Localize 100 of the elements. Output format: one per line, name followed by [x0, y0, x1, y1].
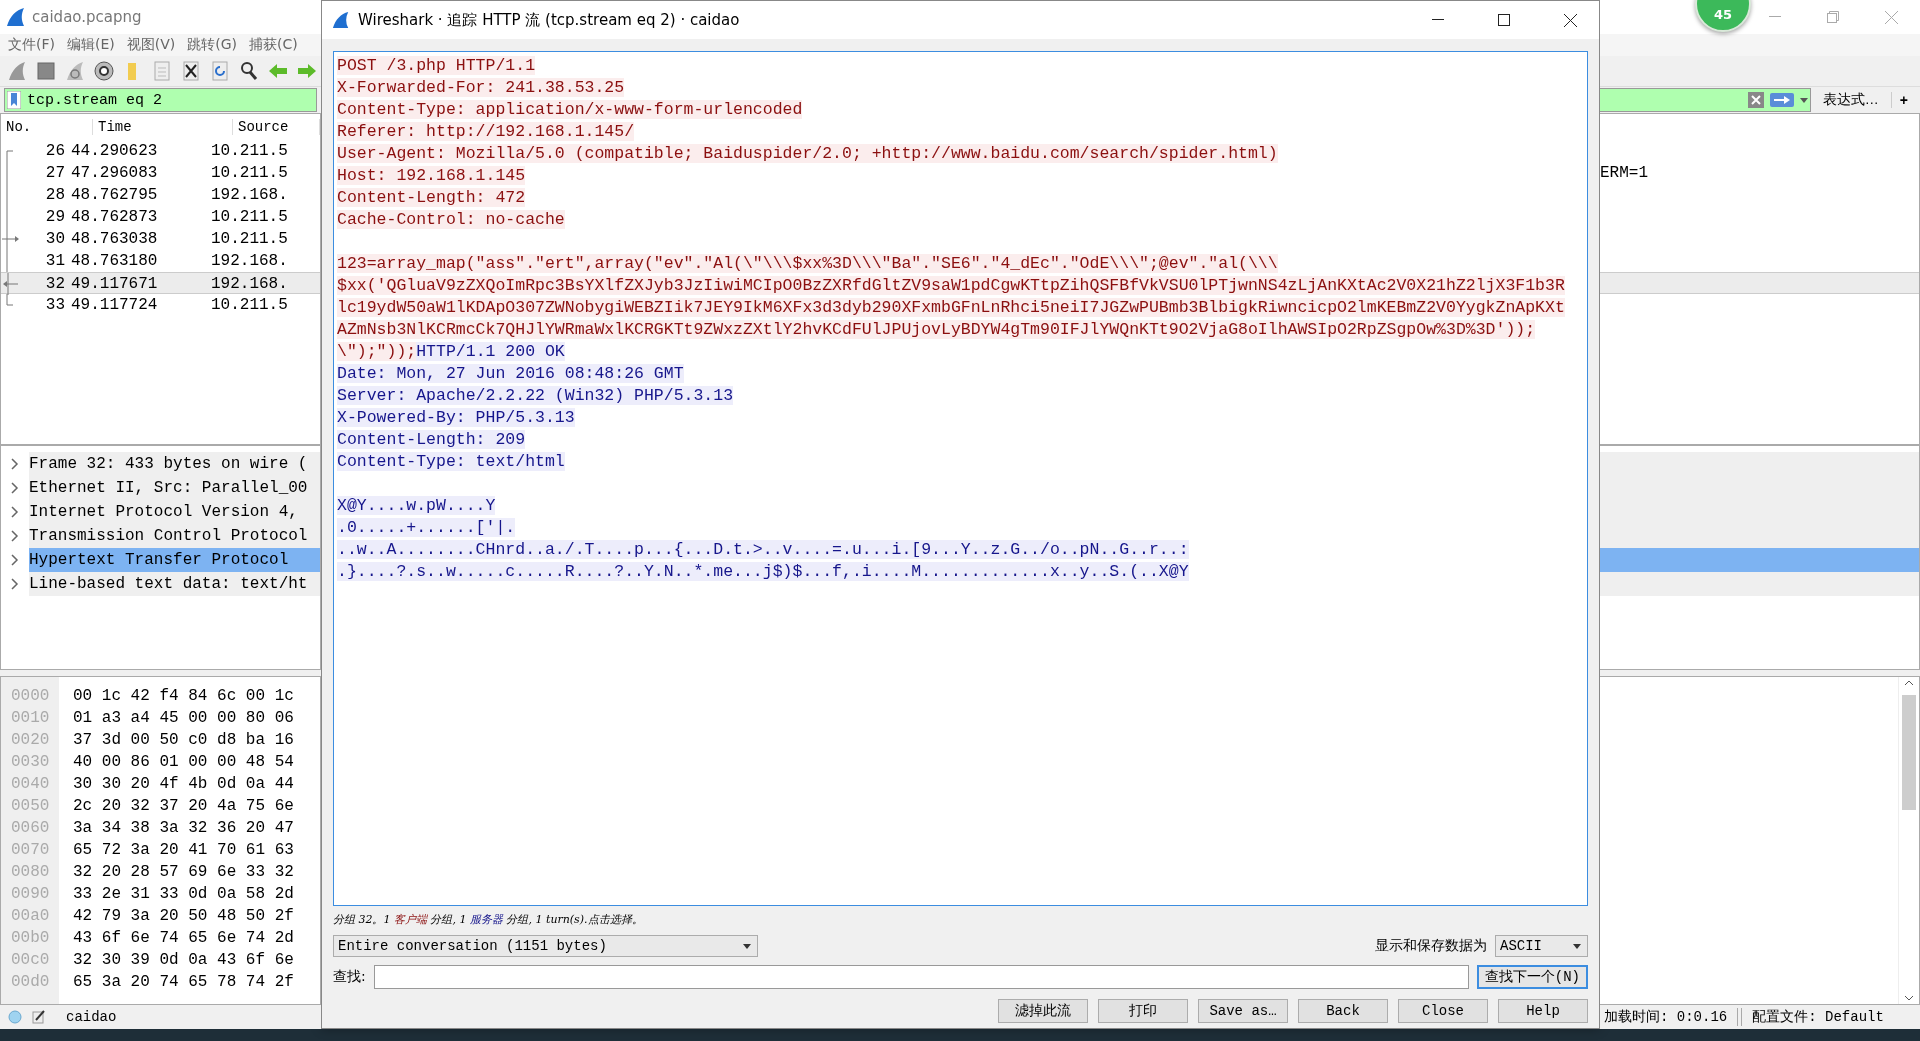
menu-item[interactable]: 编辑(E)	[67, 36, 115, 54]
display-filter-field[interactable]	[1600, 88, 1811, 112]
packet-row[interactable]: 26 44.290623 10.211.5	[1, 140, 320, 162]
scrollbar-thumb[interactable]	[1902, 695, 1916, 810]
table-cell-text: 32	[44, 275, 66, 293]
minimize-icon[interactable]	[1432, 19, 1444, 21]
tree-item[interactable]: Transmission Control Protocol	[1, 524, 320, 548]
packet-row[interactable]: 32 49.117671 192.168.	[1, 272, 320, 294]
stream-text: Content-Type: application/x-www-form-urlencoded	[337, 100, 803, 119]
dialog-button[interactable]: Back	[1298, 999, 1388, 1023]
table-cell-text: 10.211.5	[211, 164, 289, 182]
hex-bytes: 32 30 39 0d 0a 43 6f 6e	[73, 950, 294, 971]
shark-fin-icon	[332, 11, 350, 29]
dialog-button[interactable]: Close	[1398, 999, 1488, 1023]
hex-bytes: 3a 34 38 3a 32 36 20 47	[73, 818, 294, 839]
byte-offset: 0000	[10, 686, 51, 707]
byte-offset: 0050	[10, 796, 51, 817]
clear-icon[interactable]	[1747, 92, 1764, 108]
shark-fin-icon	[6, 7, 26, 27]
restart-icon[interactable]	[64, 60, 86, 82]
conversation-dropdown[interactable]: Entire conversation (1151 bytes)	[333, 935, 758, 957]
table-cell-text: 33	[44, 296, 66, 314]
add-button[interactable]: +	[1890, 92, 1916, 108]
tree-item[interactable]: Line-based text data: text/ht	[1, 572, 320, 596]
packet-row[interactable]: 33 49.117724 10.211.5	[1, 294, 320, 316]
byte-offset: 0040	[10, 774, 51, 795]
search-icon[interactable]	[238, 60, 260, 82]
close-file-icon[interactable]	[180, 60, 202, 82]
hex-bytes: 65 3a 20 74 65 78 74 2f	[73, 972, 294, 993]
format-dropdown[interactable]: ASCII	[1495, 935, 1588, 957]
table-cell: ERM=1	[1600, 164, 1648, 182]
status-circle-icon[interactable]	[8, 1010, 22, 1024]
edit-icon[interactable]	[32, 1010, 46, 1024]
stream-text: ..w..A........CHnrd..a./.T....p...{...D.t.>..v....=.u...i.[9...Y..z.G../o..pN..G..r..:	[337, 540, 1189, 559]
chevron-icon[interactable]	[11, 554, 19, 566]
stop-icon[interactable]	[35, 60, 57, 82]
menu-item[interactable]: 文件(F)	[8, 36, 55, 54]
stream-text: 123=array_map("ass"."ert",array("ev"."Al(\"\\\$xx%3D\\\"Ba"."SE6"."4_dEc"."OdE\\\";@ev"."al(\\\	[337, 254, 1278, 273]
chevron-icon[interactable]	[11, 578, 19, 590]
menu-item[interactable]: 捕获(C)	[249, 36, 298, 54]
hex-bytes: 40 00 86 01 00 00 48 54	[73, 752, 294, 773]
chevron-icon[interactable]	[11, 530, 19, 542]
table-cell-text: 49.117671	[71, 275, 159, 293]
column-header[interactable]: Source	[233, 119, 320, 135]
reload-icon[interactable]	[209, 60, 231, 82]
find-next-button[interactable]: 查找下一个(N)	[1476, 965, 1588, 989]
tree-item[interactable]: Ethernet II, Src: Parallel_00	[1, 476, 320, 500]
hex-bytes: 2c 20 32 37 20 4a 75 6e	[73, 796, 294, 817]
expression-button[interactable]: 表达式…	[1814, 91, 1887, 109]
chevron-icon[interactable]	[11, 458, 19, 470]
dialog-button[interactable]: Save as…	[1198, 999, 1288, 1023]
stream-text: Content-Length: 472	[337, 188, 526, 207]
stream-summary: 分组 32。1 客户端 分组, 1 服务器 分组, 1 turn(s).点击选择。	[333, 912, 644, 927]
table-cell-text: 27	[44, 164, 66, 182]
chevron-icon[interactable]	[11, 506, 19, 518]
tree-item[interactable]: Frame 32: 433 bytes on wire (	[1, 452, 320, 476]
tree-item[interactable]: Internet Protocol Version 4,	[1, 500, 320, 524]
byte-offset: 0080	[10, 862, 51, 883]
packet-row[interactable]: 31 48.763180 192.168.	[1, 250, 320, 272]
tree-item[interactable]: Hypertext Transfer Protocol	[1, 548, 320, 572]
table-cell-text: 49.117724	[71, 296, 159, 314]
close-icon[interactable]	[1563, 13, 1577, 27]
bookmark-icon[interactable]	[7, 91, 21, 109]
dialog-button[interactable]: 打印	[1098, 999, 1188, 1023]
column-header[interactable]: No.	[1, 119, 93, 135]
menu-item[interactable]: 跳转(G)	[187, 36, 238, 54]
dialog-button[interactable]: 滤掉此流	[998, 999, 1088, 1023]
find-field[interactable]	[373, 965, 1469, 989]
table-cell-text: 10.211.5	[211, 296, 289, 314]
gear-icon[interactable]	[93, 60, 115, 82]
byte-offset: 00b0	[10, 928, 51, 949]
tree-label: Internet Protocol Version 4,	[29, 503, 298, 521]
packet-row[interactable]: 27 47.296083 10.211.5	[1, 162, 320, 184]
packet-row[interactable]: 30 48.763038 10.211.5	[1, 228, 320, 250]
file-name: caidao	[66, 1009, 117, 1025]
stream-text: lc19ydW50aW1lKDApO307ZWNobygiWEBZIik7JEY9IkM6XFx3d3dyb290XFxmbGFnLnRhci5neiI7JGZwPUBmb3BlbigkRiwncicpO2lmKEBmZ2V0YygkZnApKXt	[337, 298, 1565, 317]
packet-row[interactable]: 28 48.762795 192.168.	[1, 184, 320, 206]
byte-offset: 0070	[10, 840, 51, 861]
hex-bytes: 32 20 28 57 69 6e 33 32	[73, 862, 294, 883]
restore-icon[interactable]	[1827, 11, 1839, 23]
tree-label: Ethernet II, Src: Parallel_00	[29, 479, 308, 497]
table-cell-text: 44.290623	[71, 142, 159, 160]
stream-text: Content-Length: 209	[337, 430, 526, 449]
hex-bytes: 65 72 3a 20 41 70 61 63	[73, 840, 294, 861]
maximize-icon[interactable]	[1498, 14, 1510, 26]
dialog-button[interactable]: Help	[1498, 999, 1588, 1023]
stream-text: HTTP/1.1 200 OK	[416, 342, 565, 361]
table-cell-text: 30	[44, 230, 66, 248]
caret-icon[interactable]	[1799, 97, 1808, 103]
load-time: 加载时间: 0:0.16	[1604, 1008, 1728, 1026]
window-title: Wireshark · 追踪 HTTP 流 (tcp.stream eq 2) · caidao	[358, 10, 740, 30]
table-cell-text: 48.763038	[71, 230, 159, 248]
packet-row[interactable]: 29 48.762873 10.211.5	[1, 206, 320, 228]
menu-item[interactable]: 视图(V)	[126, 36, 176, 54]
stream-text: \");"));	[337, 342, 417, 361]
display-filter-field[interactable]: tcp.stream eq 2	[4, 88, 317, 112]
tree-label: Frame 32: 433 bytes on wire (	[29, 455, 308, 473]
column-header[interactable]: Time	[93, 119, 233, 135]
shark-fin-icon[interactable]	[6, 60, 28, 82]
chevron-icon[interactable]	[11, 482, 19, 494]
